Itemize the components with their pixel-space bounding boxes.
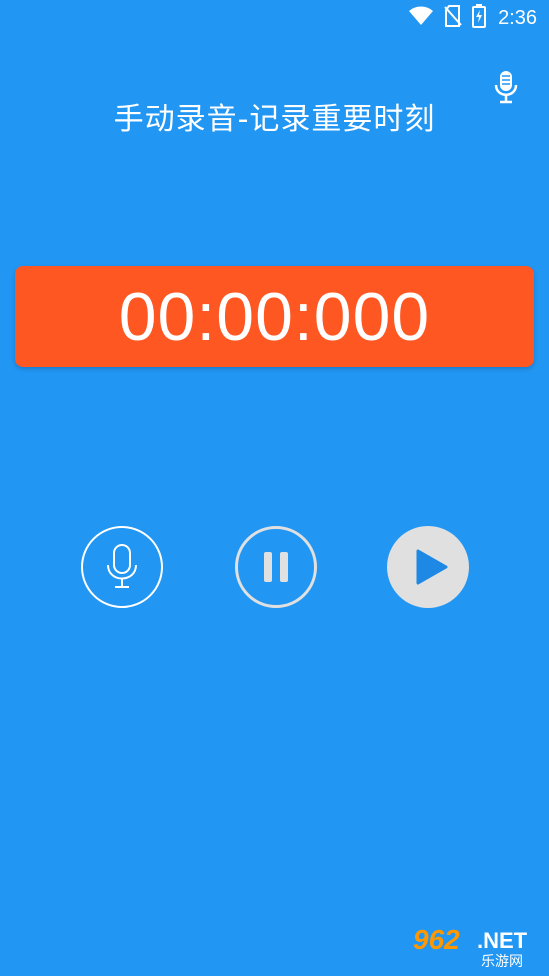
timer-value: 00:00:000 [118,278,431,355]
no-sim-icon [444,5,462,31]
status-time: 2:36 [498,6,537,29]
play-icon [416,549,448,585]
pause-button[interactable] [235,526,317,608]
battery-charging-icon [472,4,487,32]
timer-display: 00:00:000 [15,266,534,367]
watermark-text: 乐游网 [481,954,523,970]
status-bar: 2:36 [0,0,549,36]
page-title: 手动录音-记录重要时刻 [113,102,436,137]
pause-icon [264,552,288,582]
microphone-icon [107,544,137,588]
watermark-logo: 962 .NET 乐游网 [411,924,543,970]
play-button[interactable] [387,526,469,608]
watermark-number: 962 [413,924,460,955]
status-icons: 2:36 [408,4,537,32]
wifi-icon [408,6,434,30]
microphone-icon[interactable] [493,70,519,104]
record-button[interactable] [81,526,163,608]
